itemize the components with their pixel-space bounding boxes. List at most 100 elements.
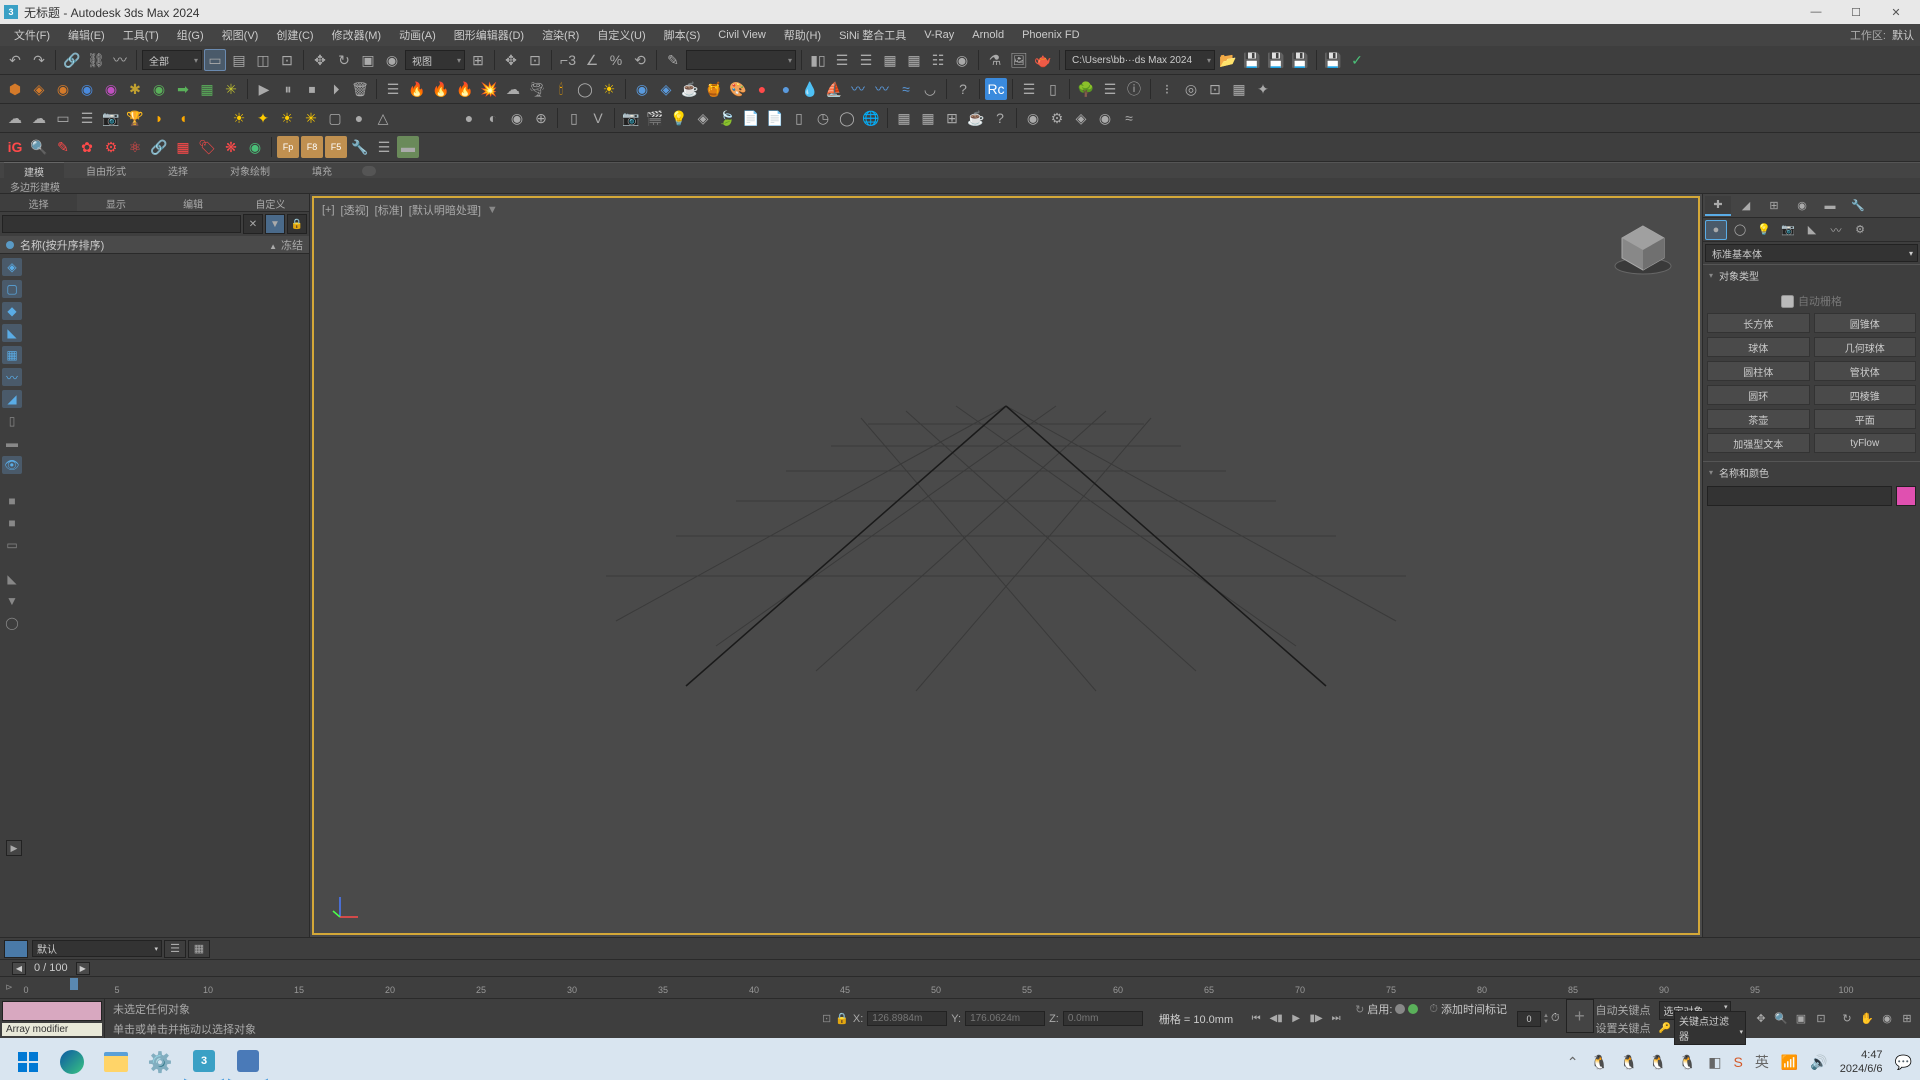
menu-views[interactable]: 视图(V)	[214, 25, 267, 45]
goto-end-icon[interactable]: ⏭	[1327, 1010, 1345, 1028]
tool3-icon[interactable]: ◈	[1070, 107, 1092, 129]
play-anim-icon[interactable]: ▶	[1287, 1010, 1305, 1028]
menu-animation[interactable]: 动画(A)	[391, 25, 444, 45]
ship-icon[interactable]: ⛵	[823, 78, 845, 100]
plugin-icon[interactable]: ✱	[124, 78, 146, 100]
panel1-icon[interactable]: ☰	[1018, 78, 1040, 100]
unlink-icon[interactable]: ⛓	[85, 49, 107, 71]
tree-icon[interactable]: 🌳	[1075, 78, 1097, 100]
layer-stack-icon[interactable]: ☰	[164, 940, 186, 958]
menu-phoenix[interactable]: Phoenix FD	[1014, 27, 1087, 43]
timeline-expand-icon[interactable]: ⊳	[0, 977, 18, 998]
group-icon[interactable]: ⊡	[1204, 78, 1226, 100]
bug-icon[interactable]: ❋	[220, 136, 242, 158]
tray-qq1-icon[interactable]: 🐧	[1591, 1054, 1608, 1071]
fire1-icon[interactable]: 🔥	[406, 78, 428, 100]
red-ball-icon[interactable]: ●	[751, 78, 773, 100]
layer-grid-icon[interactable]: ▦	[188, 940, 210, 958]
plugin-icon[interactable]: ◉	[76, 78, 98, 100]
btn-torus[interactable]: 圆环	[1707, 385, 1810, 405]
btn-plane[interactable]: 平面	[1814, 409, 1917, 429]
ribbon-tab-modeling[interactable]: 建模	[4, 162, 64, 180]
cameras-cat-icon[interactable]: 📷	[1777, 220, 1799, 240]
filter-tag-icon[interactable]: ◣	[2, 570, 22, 588]
dome1-icon[interactable]: ◗	[148, 107, 170, 129]
wire-sphere-icon[interactable]: ⊕	[530, 107, 552, 129]
select-rect-icon[interactable]: ◫	[252, 49, 274, 71]
rc-icon[interactable]: Rc	[985, 78, 1007, 100]
viewport-label[interactable]: [+] [透视] [标准] [默认明暗处理] ▼	[320, 202, 500, 218]
vray-icon[interactable]: V	[587, 107, 609, 129]
help-icon[interactable]: ?	[952, 78, 974, 100]
btn-tube[interactable]: 管状体	[1814, 361, 1917, 381]
menu-create[interactable]: 创建(C)	[268, 25, 321, 45]
nav-pan2-icon[interactable]: ✋	[1858, 1010, 1876, 1028]
keyfilter-dropdown[interactable]: 关键点过滤器	[1674, 1011, 1746, 1045]
list-icon[interactable]: ☰	[382, 78, 404, 100]
filter-camera-icon[interactable]: ◣	[2, 324, 22, 342]
btn-textplus[interactable]: 加强型文本	[1707, 433, 1810, 453]
search-icon[interactable]: 🔍	[28, 136, 50, 158]
goto-start-icon[interactable]: ⏮	[1247, 1010, 1265, 1028]
angle-snap-icon[interactable]: ∠	[581, 49, 603, 71]
isolate-icon[interactable]: ⊡	[822, 1012, 831, 1025]
placement-icon[interactable]: ◉	[381, 49, 403, 71]
honey-icon[interactable]: 🍯	[703, 78, 725, 100]
nav-maxvp-icon[interactable]: ⊞	[1898, 1010, 1916, 1028]
redo-icon[interactable]: ↷	[28, 49, 50, 71]
scene-tab-display[interactable]: 显示	[77, 194, 154, 211]
panel-icon[interactable]: ▯	[563, 107, 585, 129]
ring-icon[interactable]: ◯	[574, 78, 596, 100]
tray-qq3-icon[interactable]: 🐧	[1649, 1054, 1666, 1071]
info-icon[interactable]: ⓘ	[1123, 78, 1145, 100]
wave1-icon[interactable]: 〰	[847, 78, 869, 100]
tray-clock[interactable]: 4:47 2024/6/6	[1840, 1048, 1883, 1077]
btn-cone[interactable]: 圆锥体	[1814, 313, 1917, 333]
utilities-panel-icon[interactable]: 🔧	[1845, 196, 1871, 216]
select-name-icon[interactable]: ▤	[228, 49, 250, 71]
named-selset-icon[interactable]: ✎	[662, 49, 684, 71]
gear-icon[interactable]: ⚙	[100, 136, 122, 158]
water2-icon[interactable]: ◈	[655, 78, 677, 100]
grid2-icon[interactable]: ▦	[917, 107, 939, 129]
scene-lock-icon[interactable]: 🔒	[287, 214, 307, 234]
spacewarps-cat-icon[interactable]: 〰	[1825, 220, 1847, 240]
app-taskbar-icon[interactable]	[228, 1042, 268, 1080]
named-selset-dropdown[interactable]	[686, 50, 796, 70]
nav-orbit-icon[interactable]: ↻	[1838, 1010, 1856, 1028]
time-config-icon[interactable]: ⏱	[1551, 1012, 1560, 1025]
target-icon[interactable]: ◎	[1180, 78, 1202, 100]
start-button[interactable]	[8, 1042, 48, 1080]
coffee-icon[interactable]: ☕	[679, 78, 701, 100]
filter-frozen-icon[interactable]: ▬	[2, 434, 22, 452]
bowl-icon[interactable]: ◡	[919, 78, 941, 100]
motion-panel-icon[interactable]: ◉	[1789, 196, 1815, 216]
gray-sphere-icon[interactable]: ●	[458, 107, 480, 129]
doc-icon[interactable]: 📄	[740, 107, 762, 129]
list2-icon[interactable]: ☰	[1099, 78, 1121, 100]
cup-icon[interactable]: ☕	[965, 107, 987, 129]
3dsmax-taskbar-icon[interactable]: 3	[184, 1042, 224, 1080]
scene-expand-icon[interactable]: ▶	[6, 840, 22, 856]
light1-icon[interactable]: ☀	[228, 107, 250, 129]
menu-sini[interactable]: SiNi 整合工具	[831, 25, 914, 45]
plugin-icon[interactable]: ✳	[220, 78, 242, 100]
nav-zoom-icon[interactable]: 🔍	[1772, 1010, 1790, 1028]
menu-arnold[interactable]: Arnold	[964, 27, 1012, 43]
btn-teapot[interactable]: 茶壶	[1707, 409, 1810, 429]
category-dropdown[interactable]: 标准基本体	[1705, 244, 1918, 262]
link-icon[interactable]: 🔗	[61, 49, 83, 71]
plugin-icon[interactable]: ◉	[148, 78, 170, 100]
layer-icon[interactable]: ☰	[855, 49, 877, 71]
tool1-icon[interactable]: ◉	[1022, 107, 1044, 129]
nav-zoomext-icon[interactable]: ⊡	[1812, 1010, 1830, 1028]
layer-dropdown[interactable]: 默认	[32, 940, 162, 957]
plugin-icon[interactable]: ◉	[100, 78, 122, 100]
save-as-icon[interactable]: 💾	[1265, 49, 1287, 71]
geometry-cat-icon[interactable]: ●	[1705, 220, 1727, 240]
section-namecolor[interactable]: 名称和颜色	[1703, 462, 1920, 482]
viewport-filter-icon[interactable]: ▼	[485, 204, 500, 216]
undo-icon[interactable]: ↶	[4, 49, 26, 71]
ribbon-tab-selection[interactable]: 选择	[148, 162, 208, 179]
curve-editor-icon[interactable]: ▦	[903, 49, 925, 71]
